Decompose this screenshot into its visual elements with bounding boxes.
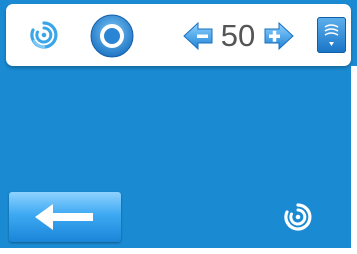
back-arrow-icon [35,204,93,230]
arrow-right-plus-icon [264,21,294,51]
decrease-button[interactable] [182,20,214,52]
swirl-icon[interactable] [280,199,316,235]
value-display: 50 [220,18,256,53]
right-border [351,66,357,254]
bottom-border [0,248,357,254]
value-stepper: 50 [182,16,300,56]
back-button[interactable] [9,192,121,242]
top-control-bar: 50 [6,4,351,66]
swirl-icon[interactable] [26,17,62,53]
arrow-left-minus-icon [183,21,213,51]
increase-button[interactable] [263,20,295,52]
fan-speed-button[interactable] [317,17,346,53]
power-button[interactable] [90,14,134,58]
fan-speed-icon [324,24,339,46]
thermostat-screen: 50 [0,0,357,254]
